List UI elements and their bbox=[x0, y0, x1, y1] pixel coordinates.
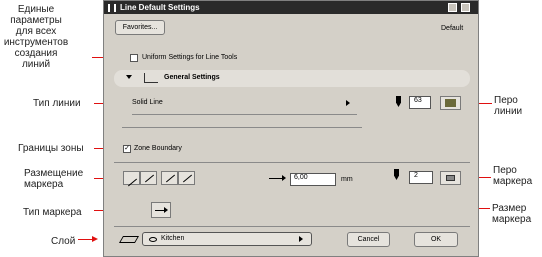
uniform-settings-checkbox[interactable] bbox=[130, 54, 138, 62]
line-no-marker-icon bbox=[127, 178, 138, 187]
line-type-dropdown-icon bbox=[346, 100, 350, 106]
marker-pen-color-button[interactable] bbox=[440, 171, 461, 185]
annotation-uniform-settings: Единые параметры для всех инструментов с… bbox=[3, 4, 69, 70]
marker-placement-end[interactable] bbox=[161, 171, 178, 185]
general-settings-header[interactable]: General Settings bbox=[114, 70, 470, 87]
line-type-preview bbox=[132, 114, 357, 115]
cancel-button[interactable]: Cancel bbox=[347, 232, 390, 247]
title-bar[interactable]: Line Default Settings bbox=[104, 1, 478, 14]
line-end-marker-icon bbox=[165, 174, 176, 183]
layer-select[interactable]: Kitchen bbox=[142, 232, 312, 246]
layer-eye-icon bbox=[149, 237, 157, 242]
line-pen-input[interactable]: 63 bbox=[409, 96, 431, 109]
line-pen-icon bbox=[396, 96, 401, 107]
zone-boundary-label: Zone Boundary bbox=[134, 145, 182, 152]
marker-size-unit: mm bbox=[341, 176, 353, 183]
annotation-marker-size: Размер маркера bbox=[492, 203, 532, 225]
marker-type-arrow-icon bbox=[164, 207, 168, 213]
default-label: Default bbox=[441, 25, 464, 32]
close-button[interactable] bbox=[461, 3, 470, 12]
annotation-line-type: Тип линии bbox=[33, 98, 81, 109]
marker-pen-swatch bbox=[446, 175, 455, 181]
uniform-settings-label: Uniform Settings for Line Tools bbox=[142, 54, 238, 61]
annotation-layer: Слой bbox=[51, 236, 76, 247]
annotation-zone-boundary: Границы зоны bbox=[18, 143, 84, 154]
marker-placement-start[interactable] bbox=[140, 171, 157, 185]
line-both-markers-icon bbox=[182, 174, 193, 183]
layer-icon bbox=[118, 236, 140, 243]
line-type-select[interactable]: Solid Line bbox=[122, 97, 355, 110]
marker-type-button[interactable] bbox=[151, 202, 171, 218]
favorites-button[interactable]: Favorites... bbox=[115, 20, 165, 35]
annotation-line-pen: Перо линии bbox=[494, 95, 523, 117]
dialog-title: Line Default Settings bbox=[120, 3, 200, 12]
line-pen-color-button[interactable] bbox=[440, 96, 461, 110]
line-type-icon bbox=[144, 73, 158, 83]
annotation-marker-placement: Размещение маркера bbox=[24, 168, 84, 190]
collapse-button[interactable] bbox=[448, 3, 457, 12]
annotation-marker-pen: Перо маркера bbox=[493, 165, 533, 187]
marker-placement-both[interactable] bbox=[178, 171, 195, 185]
divider-1 bbox=[114, 162, 470, 163]
ok-button[interactable]: OK bbox=[414, 232, 458, 247]
line-type-value: Solid Line bbox=[132, 99, 163, 106]
marker-size-icon bbox=[269, 178, 283, 179]
marker-placement-none[interactable] bbox=[123, 171, 140, 187]
marker-pen-icon bbox=[394, 169, 399, 180]
line-pen-swatch bbox=[445, 99, 456, 107]
line-default-settings-dialog: Line Default Settings Favorites... Defau… bbox=[103, 0, 479, 257]
marker-pen-input[interactable]: 2 bbox=[409, 171, 433, 184]
divider-2 bbox=[114, 226, 470, 227]
zone-boundary-checkbox[interactable]: ✓ bbox=[123, 145, 131, 153]
app-icon bbox=[108, 4, 116, 12]
marker-size-input[interactable]: 6,00 bbox=[290, 173, 336, 186]
marker-size-arrow-icon bbox=[282, 175, 286, 181]
annotation-marker-type: Тип маркера bbox=[23, 207, 82, 218]
section-title: General Settings bbox=[164, 74, 220, 81]
line-start-marker-icon bbox=[144, 174, 155, 183]
layer-dropdown-icon bbox=[299, 236, 303, 242]
line-type-box-bottom bbox=[122, 127, 362, 128]
section-expand-icon bbox=[126, 75, 132, 79]
